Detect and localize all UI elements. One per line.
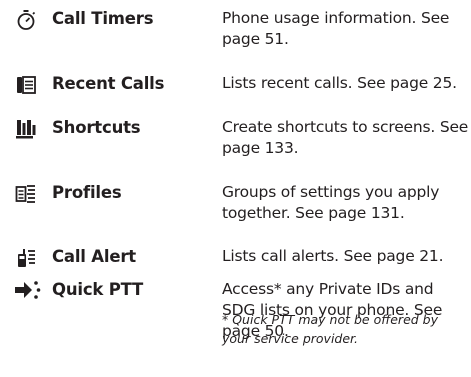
- recent-calls-icon: [14, 73, 38, 97]
- entry-description: Create shortcuts to screens. See page 13…: [222, 118, 469, 157]
- entry-name: Call Alert: [52, 247, 136, 266]
- entry-name: Quick PTT: [52, 280, 144, 299]
- entry-description: Phone usage information. See page 51.: [222, 9, 450, 48]
- entry-name: Profiles: [52, 183, 122, 202]
- entry-description: Lists call alerts. See page 21.: [222, 247, 444, 265]
- call-alert-icon: [14, 246, 38, 270]
- entry-description: Lists recent calls. See page 25.: [222, 74, 457, 92]
- entry-name: Shortcuts: [52, 118, 141, 137]
- quick-ptt-icon: [14, 278, 42, 302]
- timer-icon: [14, 8, 38, 32]
- footnote: * Quick PTT may not be offered by your s…: [222, 312, 439, 346]
- entry-name: Call Timers: [52, 9, 154, 28]
- shortcuts-icon: [14, 117, 38, 141]
- entry-description: Groups of settings you apply together. S…: [222, 183, 440, 222]
- entry-name: Recent Calls: [52, 74, 165, 93]
- profiles-icon: [14, 182, 38, 206]
